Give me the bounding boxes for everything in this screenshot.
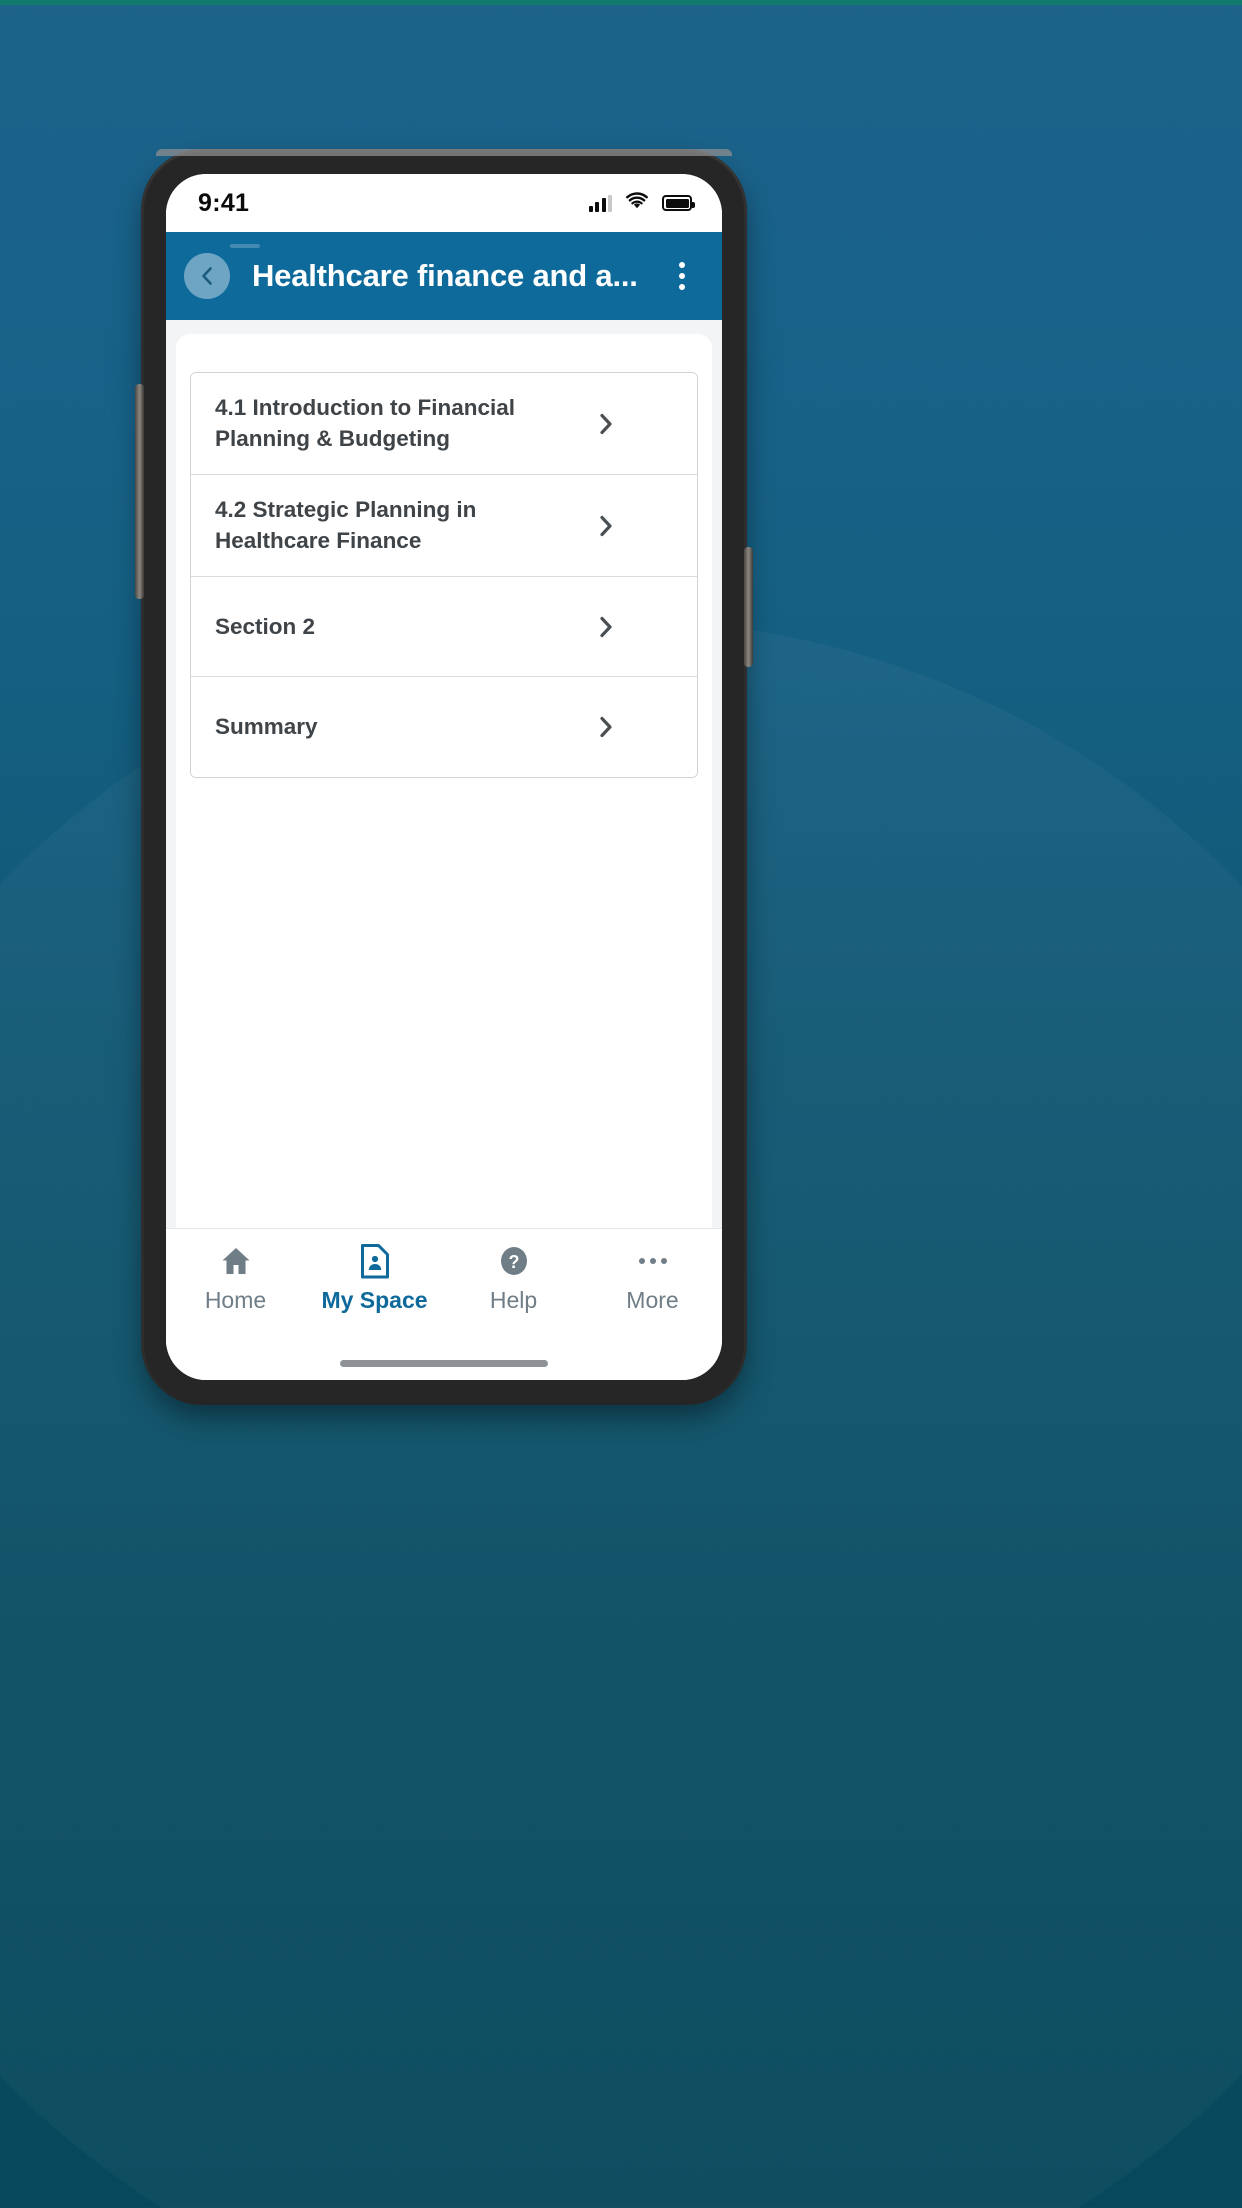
page-title: Healthcare finance and a... — [252, 258, 638, 293]
nav-label-more: More — [626, 1287, 679, 1313]
volume-button[interactable] — [135, 384, 144, 599]
back-button[interactable] — [184, 253, 230, 299]
signal-bars-icon — [588, 194, 612, 212]
nav-label-home: Home — [204, 1287, 267, 1313]
top-accent-strip — [0, 0, 1242, 5]
chevron-right-icon — [579, 614, 643, 640]
list-item-label: 4.2 Strategic Planning in Healthcare Fin… — [215, 497, 477, 553]
chevron-right-icon — [579, 411, 643, 437]
list-item[interactable]: Section 2 — [191, 577, 697, 678]
nav-label-help: Help — [489, 1287, 538, 1313]
nav-label-my-space: My Space — [321, 1287, 428, 1313]
list-item-label: Summary — [215, 714, 318, 740]
table-of-contents-list: 4.1 Introduction to Financial Planning &… — [190, 372, 698, 779]
home-indicator[interactable] — [340, 1359, 548, 1367]
status-bar-time: 9:41 — [198, 188, 250, 217]
chevron-right-icon — [579, 714, 643, 740]
my-space-icon — [360, 1243, 390, 1279]
list-item[interactable]: Summary — [191, 677, 697, 778]
bottom-navigation-bar: Home My Space ? Help More — [166, 1228, 722, 1346]
phone-screen: 9:41 Healthcare finance and a... 4.1 Int… — [166, 174, 722, 1380]
help-icon: ? — [498, 1243, 530, 1279]
wifi-icon — [625, 191, 649, 215]
list-item[interactable]: 4.2 Strategic Planning in Healthcare Fin… — [191, 475, 697, 578]
overflow-menu-icon[interactable] — [660, 248, 704, 304]
battery-icon — [662, 195, 695, 211]
list-item[interactable]: 4.1 Introduction to Financial Planning &… — [191, 373, 697, 476]
nav-item-my-space[interactable]: My Space — [305, 1243, 444, 1314]
app-header-bar: Healthcare finance and a... — [166, 232, 722, 320]
nav-item-home[interactable]: Home — [166, 1243, 305, 1314]
home-indicator-area — [166, 1346, 722, 1380]
list-item-label: 4.1 Introduction to Financial Planning &… — [215, 395, 516, 451]
home-icon — [219, 1243, 253, 1279]
chevron-right-icon — [579, 513, 643, 539]
chevron-left-icon — [197, 265, 217, 287]
content-card: 4.1 Introduction to Financial Planning &… — [176, 334, 712, 1228]
status-bar-icons — [588, 191, 695, 215]
power-button[interactable] — [744, 547, 753, 667]
app-header-tick-decoration — [230, 244, 260, 248]
status-bar: 9:41 — [166, 174, 722, 232]
content-scroll-area[interactable]: 4.1 Introduction to Financial Planning &… — [166, 320, 722, 1228]
more-icon — [636, 1243, 670, 1279]
nav-item-help[interactable]: ? Help — [444, 1243, 583, 1314]
phone-device-frame: 9:41 Healthcare finance and a... 4.1 Int… — [135, 149, 753, 1402]
nav-item-more[interactable]: More — [583, 1243, 722, 1314]
svg-text:?: ? — [508, 1252, 519, 1272]
phone-top-edge-highlight — [156, 149, 732, 156]
list-item-label: Section 2 — [215, 613, 316, 639]
